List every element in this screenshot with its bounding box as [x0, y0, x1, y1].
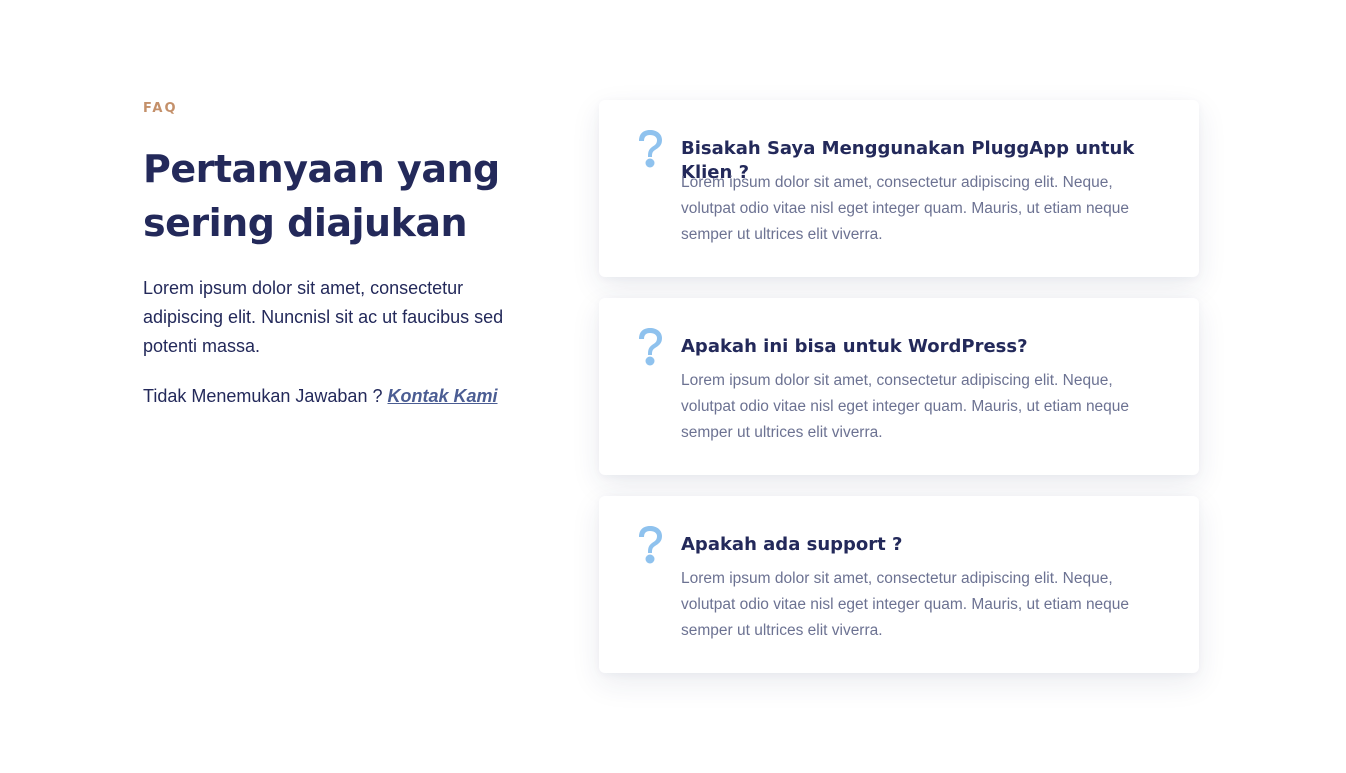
question-mark-icon — [633, 128, 667, 170]
page-title: Pertanyaan yang sering diajukan — [143, 147, 500, 245]
faq-card[interactable]: Bisakah Saya Menggunakan PluggApp untuk … — [599, 100, 1199, 277]
faq-answer: Lorem ipsum dolor sit amet, consectetur … — [681, 174, 1130, 243]
contact-prefix: Tidak Menemukan Jawaban ? — [143, 386, 383, 406]
faq-question: Apakah ini bisa untuk WordPress? — [681, 336, 1028, 357]
faq-intro: FAQ Pertanyaan yang sering diajukan Lore… — [143, 100, 543, 409]
section-eyebrow: FAQ — [143, 101, 178, 116]
faq-question: Apakah ada support ? — [681, 534, 903, 555]
faq-card[interactable]: Apakah ini bisa untuk WordPress? Lorem i… — [599, 298, 1199, 475]
contact-line: Tidak Menemukan Jawaban ? Kontak Kami — [143, 383, 543, 409]
faq-answer: Lorem ipsum dolor sit amet, consectetur … — [681, 372, 1130, 441]
faq-answer: Lorem ipsum dolor sit amet, consectetur … — [681, 570, 1130, 639]
question-mark-icon — [633, 326, 667, 368]
faq-card[interactable]: Apakah ada support ? Lorem ipsum dolor s… — [599, 496, 1199, 673]
faq-list: Bisakah Saya Menggunakan PluggApp untuk … — [599, 100, 1199, 694]
question-mark-icon — [633, 524, 667, 566]
contact-link[interactable]: Kontak Kami — [387, 386, 497, 406]
section-description: Lorem ipsum dolor sit amet, consectetur … — [143, 278, 504, 356]
